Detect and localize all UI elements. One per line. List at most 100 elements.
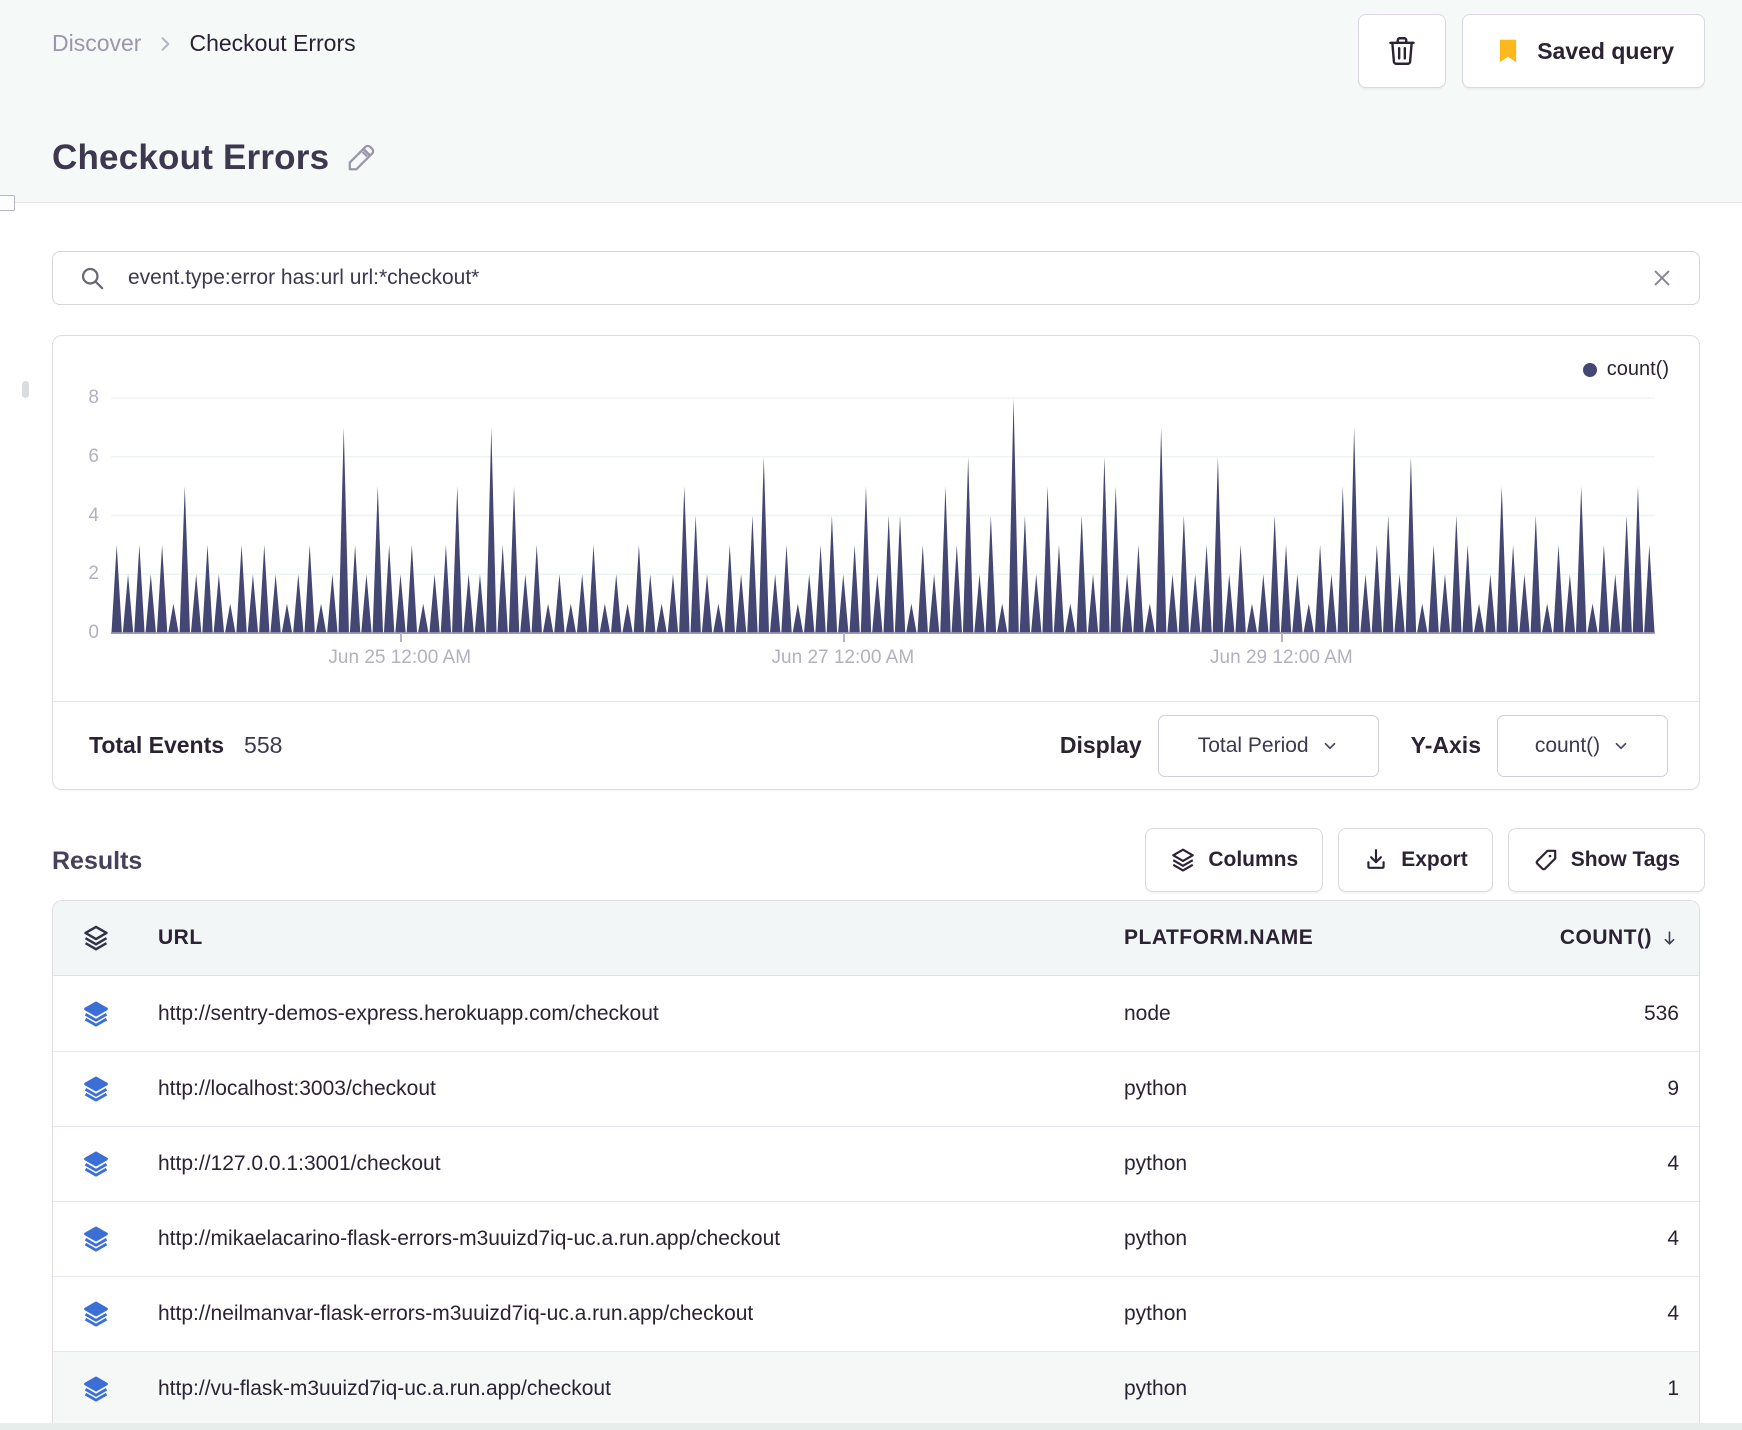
search-icon bbox=[79, 265, 106, 292]
download-icon bbox=[1363, 847, 1389, 873]
chart-x-axis: Jun 25 12:00 AM Jun 27 12:00 AM Jun 29 12:… bbox=[111, 633, 1655, 693]
events-chart bbox=[111, 391, 1655, 637]
total-events-value: 558 bbox=[244, 732, 283, 758]
breadcrumb: Discover Checkout Errors bbox=[52, 30, 356, 57]
y-axis-tick-label: 0 bbox=[88, 622, 99, 643]
table-body: http://sentry-demos-express.herokuapp.co… bbox=[53, 976, 1699, 1426]
row-actions-layers-icon[interactable] bbox=[53, 1225, 139, 1253]
sidebar-collapse-handle[interactable] bbox=[0, 195, 15, 211]
table-row: http://vu-flask-m3uuizd7iq-uc.a.run.app/… bbox=[53, 1351, 1699, 1426]
row-actions-layers-icon[interactable] bbox=[53, 1000, 139, 1028]
show-tags-label: Show Tags bbox=[1570, 848, 1680, 871]
header-actions: Saved query bbox=[1358, 14, 1705, 88]
row-actions-layers-icon[interactable] bbox=[53, 1150, 139, 1178]
y-axis-tick-label: 2 bbox=[88, 563, 99, 585]
display-select[interactable]: Total Period bbox=[1157, 714, 1379, 777]
x-axis-tick-label: Jun 29 12:00 AM bbox=[1210, 647, 1353, 668]
export-label: Export bbox=[1401, 848, 1468, 871]
display-label: Display bbox=[1059, 732, 1142, 758]
breadcrumb-discover-link[interactable]: Discover bbox=[52, 30, 141, 57]
total-events-label: Total Events bbox=[89, 732, 225, 758]
page-title: Checkout Errors bbox=[52, 138, 377, 178]
page-bottom-strip bbox=[0, 1423, 1742, 1430]
bookmark-icon bbox=[1493, 36, 1523, 66]
scroll-pill[interactable] bbox=[22, 381, 29, 398]
column-header-platform[interactable]: PLATFORM.NAME bbox=[1124, 926, 1479, 950]
saved-query-button[interactable]: Saved query bbox=[1462, 14, 1705, 88]
row-url[interactable]: http://vu-flask-m3uuizd7iq-uc.a.run.app/… bbox=[139, 1377, 1124, 1401]
search-bar bbox=[52, 251, 1700, 305]
y-axis-select[interactable]: count() bbox=[1497, 714, 1668, 777]
table-row: http://localhost:3003/checkout python 9 bbox=[53, 1051, 1699, 1126]
chart-legend[interactable]: count() bbox=[1582, 358, 1669, 381]
delete-query-button[interactable] bbox=[1358, 14, 1447, 88]
total-events: Total Events 558 bbox=[89, 732, 282, 759]
edit-title-icon[interactable] bbox=[345, 142, 377, 174]
layers-icon bbox=[1170, 847, 1196, 873]
row-platform: python bbox=[1124, 1302, 1188, 1325]
y-axis-tick-label: 4 bbox=[88, 504, 99, 526]
saved-query-label: Saved query bbox=[1537, 37, 1674, 64]
results-heading: Results bbox=[52, 847, 143, 875]
row-url[interactable]: http://neilmanvar-flask-errors-m3uuizd7i… bbox=[139, 1302, 1124, 1326]
chevron-down-icon bbox=[1324, 742, 1335, 749]
results-table: URL PLATFORM.NAME COUNT() http://sentry-… bbox=[52, 900, 1700, 1430]
chart-footer: Total Events 558 Display Total Period Y-… bbox=[53, 702, 1699, 789]
export-button[interactable]: Export bbox=[1338, 828, 1493, 892]
trash-icon bbox=[1385, 34, 1419, 68]
row-url[interactable]: http://sentry-demos-express.herokuapp.co… bbox=[139, 1002, 1124, 1026]
page-header: Discover Checkout Errors Saved query Che… bbox=[0, 0, 1742, 203]
chevron-right-icon bbox=[155, 34, 175, 54]
show-tags-button[interactable]: Show Tags bbox=[1507, 828, 1705, 892]
column-header-url[interactable]: URL bbox=[139, 926, 1124, 950]
discover-page: Discover Checkout Errors Saved query Che… bbox=[0, 0, 1742, 1430]
y-axis-value: count() bbox=[1534, 733, 1601, 757]
chevron-down-icon bbox=[1615, 742, 1627, 749]
row-count: 9 bbox=[1667, 1077, 1679, 1100]
table-row: http://127.0.0.1:3001/checkout python 4 bbox=[53, 1126, 1699, 1201]
row-count: 4 bbox=[1667, 1302, 1679, 1325]
row-url[interactable]: http://127.0.0.1:3001/checkout bbox=[139, 1152, 1124, 1176]
column-header-count[interactable]: COUNT() bbox=[1479, 926, 1679, 950]
x-axis-tick-label: Jun 25 12:00 AM bbox=[328, 647, 472, 668]
row-platform: python bbox=[1124, 1077, 1188, 1100]
row-platform: node bbox=[1124, 1001, 1171, 1025]
row-url[interactable]: http://localhost:3003/checkout bbox=[139, 1077, 1124, 1101]
page-title-text: Checkout Errors bbox=[52, 138, 330, 177]
y-axis-tick-label: 8 bbox=[88, 387, 99, 408]
table-row: http://mikaelacarino-flask-errors-m3uuiz… bbox=[53, 1201, 1699, 1276]
row-url[interactable]: http://mikaelacarino-flask-errors-m3uuiz… bbox=[139, 1227, 1124, 1251]
row-count: 536 bbox=[1643, 1001, 1679, 1025]
chart-controls: Display Total Period Y-Axis count() bbox=[1059, 714, 1668, 777]
table-row: http://sentry-demos-express.herokuapp.co… bbox=[53, 976, 1699, 1051]
row-actions-layers-icon[interactable] bbox=[53, 1375, 139, 1403]
layers-icon[interactable] bbox=[53, 924, 139, 952]
table-row: http://neilmanvar-flask-errors-m3uuizd7i… bbox=[53, 1276, 1699, 1351]
events-chart-panel: count() 0 2 4 6 8 Jun 25 12:00 AM Jun 27 12:0… bbox=[52, 335, 1700, 790]
row-count: 1 bbox=[1667, 1377, 1679, 1400]
row-platform: python bbox=[1124, 1227, 1188, 1250]
row-actions-layers-icon[interactable] bbox=[53, 1300, 139, 1328]
y-axis-label: Y-Axis bbox=[1410, 732, 1481, 758]
row-count: 4 bbox=[1667, 1152, 1679, 1175]
table-header-row: URL PLATFORM.NAME COUNT() bbox=[53, 901, 1699, 976]
clear-search-icon[interactable] bbox=[1651, 267, 1673, 289]
y-axis-tick-label: 6 bbox=[88, 445, 99, 467]
tag-icon bbox=[1533, 847, 1559, 873]
columns-button[interactable]: Columns bbox=[1145, 828, 1324, 892]
x-axis-tick-mark bbox=[399, 633, 402, 642]
row-count: 4 bbox=[1667, 1227, 1679, 1250]
row-platform: python bbox=[1124, 1152, 1188, 1175]
x-axis-tick-mark bbox=[1281, 633, 1284, 642]
columns-label: Columns bbox=[1208, 848, 1299, 871]
row-actions-layers-icon[interactable] bbox=[53, 1075, 139, 1103]
legend-dot-icon bbox=[1582, 362, 1597, 377]
legend-label: count() bbox=[1606, 358, 1669, 380]
row-platform: python bbox=[1124, 1377, 1188, 1400]
x-axis-tick-mark bbox=[842, 633, 845, 642]
breadcrumb-current: Checkout Errors bbox=[189, 30, 356, 56]
search-input[interactable] bbox=[128, 266, 1629, 290]
display-value: Total Period bbox=[1197, 733, 1309, 757]
x-axis-tick-label: Jun 27 12:00 AM bbox=[771, 647, 915, 668]
results-actions: Columns Export Show Tags bbox=[1145, 828, 1705, 892]
